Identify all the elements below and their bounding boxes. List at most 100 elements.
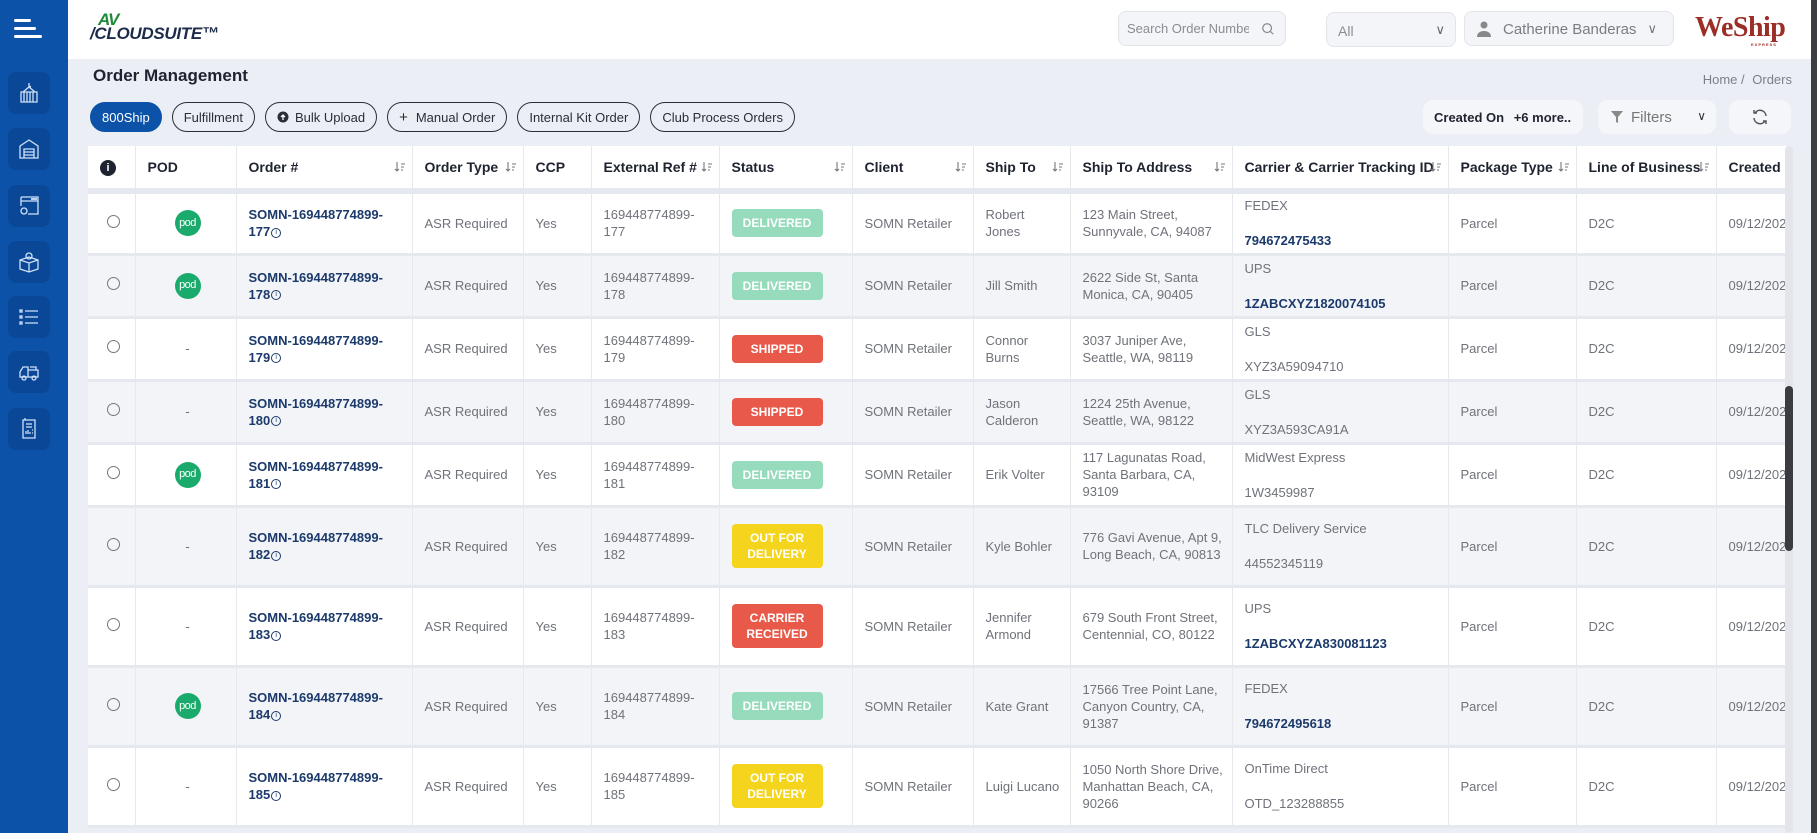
- column-header[interactable]: Package Type: [1448, 146, 1577, 194]
- container-crane-icon[interactable]: [8, 72, 50, 114]
- order-number-link[interactable]: SOMN-169448774899-177 i: [249, 207, 383, 239]
- info-icon[interactable]: i: [271, 416, 282, 427]
- order-number-link[interactable]: SOMN-169448774899-181 i: [249, 459, 383, 491]
- sort-icon[interactable]: [1558, 161, 1570, 173]
- table-row[interactable]: pod SOMN-169448774899-181 i ASR Required Yes…: [88, 443, 1787, 508]
- info-icon[interactable]: i: [271, 479, 282, 490]
- column-header-label: Carrier & Carrier Tracking ID: [1244, 159, 1434, 175]
- info-icon[interactable]: i: [271, 290, 282, 301]
- row-radio[interactable]: [106, 403, 120, 416]
- refresh-button[interactable]: [1729, 100, 1791, 134]
- table-row[interactable]: pod SOMN-169448774899-177 i ASR Required Yes…: [88, 191, 1787, 256]
- club-process-orders-button[interactable]: Club Process Orders: [650, 102, 795, 132]
- pod-icon[interactable]: pod: [174, 461, 201, 488]
- row-radio[interactable]: [106, 466, 120, 479]
- column-header[interactable]: Order Type: [412, 146, 524, 194]
- order-type-cell: ASR Required: [412, 317, 524, 382]
- info-icon[interactable]: i: [271, 550, 282, 561]
- filters-dropdown[interactable]: Filters ∨: [1598, 100, 1716, 134]
- table-scrollbar[interactable]: [1785, 146, 1793, 833]
- row-radio[interactable]: [106, 214, 120, 228]
- column-header[interactable]: Ship To Address: [1070, 146, 1233, 194]
- info-icon[interactable]: i: [271, 227, 282, 238]
- column-header[interactable]: Carrier & Carrier Tracking ID: [1232, 146, 1449, 194]
- pod-cell: -: [135, 746, 237, 828]
- order-number-link[interactable]: SOMN-169448774899-178 i: [249, 270, 383, 302]
- user-menu[interactable]: Catherine Banderas ∨: [1464, 11, 1674, 46]
- order-number-link[interactable]: SOMN-169448774899-185 i: [249, 770, 383, 802]
- table-row[interactable]: - SOMN-169448774899-179 i ASR Required Yes 16…: [88, 317, 1787, 382]
- box-gear-icon[interactable]: [8, 241, 50, 283]
- carrier-cell: GLS XYZ3A593CA91A: [1232, 380, 1449, 445]
- list-icon[interactable]: [8, 296, 50, 338]
- report-icon[interactable]: [8, 408, 50, 450]
- tab-fulfillment[interactable]: Fulfillment: [171, 102, 255, 132]
- row-radio[interactable]: [106, 617, 120, 631]
- tracking-id[interactable]: 794672475433: [1245, 232, 1440, 249]
- order-number-link[interactable]: SOMN-169448774899-180 i: [249, 396, 383, 428]
- internal-kit-order-button[interactable]: Internal Kit Order: [517, 102, 641, 132]
- table-row[interactable]: - SOMN-169448774899-182 i ASR Required Yes 16…: [88, 506, 1787, 588]
- info-icon[interactable]: i: [271, 630, 282, 641]
- sort-icon[interactable]: [505, 161, 517, 173]
- order-number-link[interactable]: SOMN-169448774899-183 i: [249, 610, 383, 642]
- sort-icon[interactable]: [701, 161, 713, 173]
- column-header[interactable]: Status: [719, 146, 853, 194]
- tab-800ship[interactable]: 800Ship: [90, 102, 162, 132]
- table-row[interactable]: pod SOMN-169448774899-178 i ASR Required Yes…: [88, 254, 1787, 319]
- order-type-cell: ASR Required: [412, 443, 524, 508]
- manual-order-button[interactable]: + Manual Order: [387, 102, 508, 132]
- scrollbar-thumb[interactable]: [1785, 386, 1793, 551]
- truck-icon[interactable]: [8, 351, 50, 393]
- column-header[interactable]: External Ref #: [591, 146, 720, 194]
- column-header[interactable]: Order #: [236, 146, 413, 194]
- menu-toggle-icon[interactable]: [14, 18, 42, 40]
- created-on-cell: 09/12/2023: [1716, 317, 1787, 382]
- breadcrumb-home[interactable]: Home /: [1703, 72, 1745, 87]
- sort-icon[interactable]: [394, 161, 406, 173]
- sort-icon[interactable]: [955, 161, 967, 173]
- info-icon[interactable]: i: [271, 710, 282, 721]
- sort-icon[interactable]: [1430, 161, 1442, 173]
- bulk-upload-button[interactable]: Bulk Upload: [264, 102, 378, 132]
- search-input[interactable]: [1119, 12, 1249, 45]
- pod-icon[interactable]: pod: [174, 210, 201, 237]
- column-header[interactable]: Client: [852, 146, 974, 194]
- column-header[interactable]: Ship To: [973, 146, 1071, 194]
- order-type-cell: ASR Required: [412, 746, 524, 828]
- tracking-id[interactable]: 794672495618: [1245, 715, 1440, 732]
- column-selector[interactable]: Created On +6 more..: [1423, 100, 1583, 134]
- table-row[interactable]: - SOMN-169448774899-183 i ASR Required Yes 16…: [88, 586, 1787, 668]
- order-number-link[interactable]: SOMN-169448774899-182 i: [249, 530, 383, 562]
- window-gear-icon[interactable]: [8, 185, 50, 227]
- sort-icon[interactable]: [1052, 161, 1064, 173]
- ship-to-address-cell: 3037 Juniper Ave, Seattle, WA, 98119: [1070, 317, 1233, 382]
- column-header[interactable]: Created On: [1716, 146, 1787, 194]
- row-radio[interactable]: [106, 777, 120, 791]
- info-icon[interactable]: i: [271, 790, 282, 801]
- info-icon[interactable]: i: [271, 353, 282, 364]
- order-number-link[interactable]: SOMN-169448774899-179 i: [249, 333, 383, 365]
- table-row[interactable]: pod SOMN-169448774899-184 i ASR Required Yes…: [88, 666, 1787, 748]
- row-radio[interactable]: [106, 697, 120, 711]
- sort-icon[interactable]: [1698, 161, 1710, 173]
- scope-select[interactable]: All ∨: [1326, 12, 1456, 47]
- client-cell: SOMN Retailer: [852, 254, 974, 319]
- search-icon[interactable]: [1261, 22, 1275, 36]
- tracking-id[interactable]: 1ZABCXYZ1820074105: [1245, 295, 1440, 312]
- warehouse-icon[interactable]: [8, 128, 50, 170]
- row-radio[interactable]: [106, 340, 120, 353]
- pod-icon[interactable]: pod: [174, 272, 201, 299]
- info-icon[interactable]: i: [100, 160, 116, 176]
- sort-icon[interactable]: [1214, 161, 1226, 173]
- row-radio[interactable]: [106, 277, 120, 290]
- column-header[interactable]: Line of Business: [1576, 146, 1717, 194]
- sort-icon[interactable]: [834, 161, 846, 173]
- orders-table: i POD Order # Order Type CCP External Ref # St…: [88, 146, 1787, 828]
- order-number-link[interactable]: SOMN-169448774899-184 i: [249, 690, 383, 722]
- table-row[interactable]: - SOMN-169448774899-185 i ASR Required Yes 16…: [88, 746, 1787, 828]
- tracking-id[interactable]: 1ZABCXYZA830081123: [1245, 635, 1440, 652]
- table-row[interactable]: - SOMN-169448774899-180 i ASR Required Yes 16…: [88, 380, 1787, 445]
- pod-icon[interactable]: pod: [174, 693, 201, 719]
- row-radio[interactable]: [106, 537, 120, 551]
